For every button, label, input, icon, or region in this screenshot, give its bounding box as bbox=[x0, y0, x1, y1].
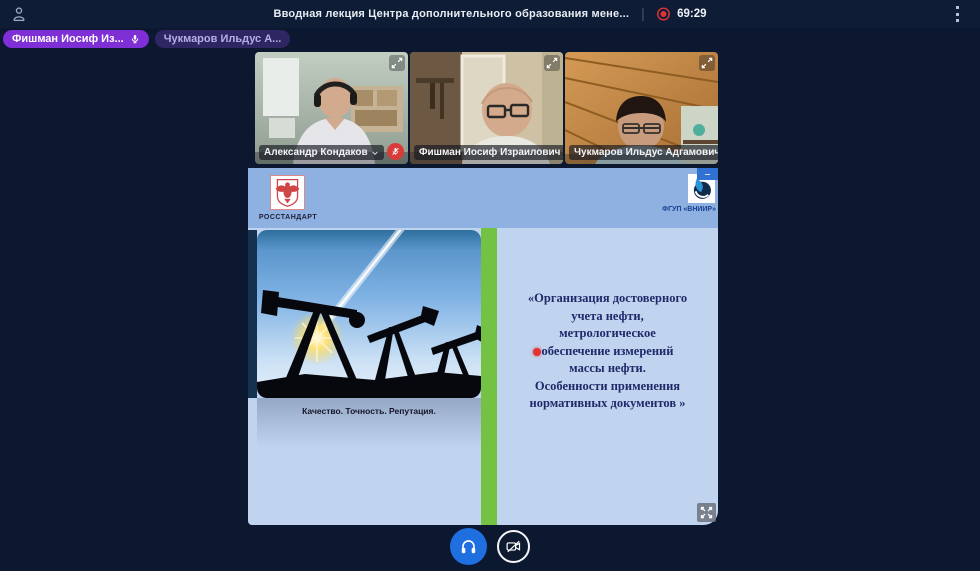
slide-title: «Организация достоверного учета нефти, м… bbox=[497, 228, 718, 525]
fullscreen-icon[interactable] bbox=[697, 503, 716, 522]
camera-off-button[interactable] bbox=[497, 530, 530, 563]
audio-headphones-button[interactable] bbox=[450, 528, 487, 565]
presentation-area: РОССТАНДАРТ ФГУП «ВНИИР» – bbox=[248, 168, 718, 525]
participant-name-chip[interactable]: Чукмаров Ильдус Адгамович bbox=[569, 145, 718, 160]
mic-muted-icon bbox=[387, 143, 404, 160]
topbar-center: Вводная лекция Центра дополнительного об… bbox=[273, 0, 706, 28]
slide-title-line: массы нефти. bbox=[505, 360, 710, 378]
speaker-pill-label: Чукмаров Ильдус А... bbox=[164, 33, 282, 45]
participant-name-chip[interactable]: Александр Кондаков bbox=[259, 145, 384, 160]
laser-pointer-dot bbox=[533, 348, 541, 356]
slide-title-line: Особенности применения bbox=[505, 378, 710, 396]
speaker-pill-label: Фишман Иосиф Из... bbox=[12, 33, 124, 45]
expand-icon[interactable] bbox=[389, 55, 405, 71]
participant-name-chip[interactable]: Фишман Иосиф Израилович bbox=[414, 145, 563, 160]
kebab-menu-icon[interactable] bbox=[952, 6, 962, 22]
video-tile-fishman[interactable]: Фишман Иосиф Израилович bbox=[410, 52, 563, 164]
divider bbox=[642, 8, 643, 21]
meeting-title: Вводная лекция Центра дополнительного об… bbox=[273, 8, 629, 20]
recording-icon bbox=[656, 7, 670, 21]
slide-title-line: «Организация достоверного bbox=[505, 290, 710, 308]
chevron-down-icon bbox=[371, 149, 379, 157]
participant-name: Александр Кондаков bbox=[264, 147, 368, 158]
expand-icon[interactable] bbox=[544, 55, 560, 71]
headphones-icon bbox=[459, 537, 478, 556]
participant-name: Фишман Иосиф Израилович bbox=[419, 147, 560, 158]
slide-body: Качество. Точность. Репутация. «Организа… bbox=[248, 228, 718, 525]
person-icon[interactable] bbox=[10, 5, 28, 23]
video-tile-chukmarov[interactable]: Чукмаров Ильдус Адгамович bbox=[565, 52, 718, 164]
rosstandart-logo bbox=[270, 175, 305, 210]
participant-name: Чукмаров Ильдус Адгамович bbox=[574, 147, 718, 158]
bottom-controls bbox=[450, 528, 530, 565]
slide-left-strip bbox=[248, 230, 257, 398]
video-tile-kondakov[interactable]: Александр Кондаков bbox=[255, 52, 408, 164]
recording-timer: 69:29 bbox=[677, 8, 706, 20]
webinar-window: Вводная лекция Центра дополнительного об… bbox=[0, 0, 980, 571]
speaker-pill-fishman[interactable]: Фишман Иосиф Из... bbox=[3, 30, 149, 48]
slide-title-line: учета нефти, bbox=[505, 308, 710, 326]
expand-icon[interactable] bbox=[699, 55, 715, 71]
speaker-pill-chukmarov[interactable]: Чукмаров Ильдус А... bbox=[155, 30, 291, 48]
video-strip: Александр Кондаков bbox=[255, 52, 718, 164]
camera-off-icon bbox=[505, 538, 522, 555]
slide-title-line: нормативных документов » bbox=[505, 395, 710, 413]
slide-caption: Качество. Точность. Репутация. bbox=[257, 406, 481, 416]
oil-pumpjack-photo bbox=[257, 230, 481, 398]
minimize-button[interactable]: – bbox=[697, 168, 718, 180]
microphone-icon bbox=[130, 33, 140, 45]
slide-title-line: метрологическое bbox=[505, 325, 710, 343]
green-divider bbox=[481, 228, 497, 525]
vniir-label: ФГУП «ВНИИР» bbox=[636, 206, 716, 213]
minimize-icon: – bbox=[705, 169, 711, 180]
slide-header-band: РОССТАНДАРТ ФГУП «ВНИИР» – bbox=[248, 168, 718, 228]
top-bar: Вводная лекция Центра дополнительного об… bbox=[0, 0, 980, 28]
rosstandart-label: РОССТАНДАРТ bbox=[252, 214, 324, 221]
slide-title-line: обеспечение измерений bbox=[505, 343, 710, 361]
speaker-pills: Фишман Иосиф Из... Чукмаров Ильдус А... bbox=[3, 30, 290, 48]
